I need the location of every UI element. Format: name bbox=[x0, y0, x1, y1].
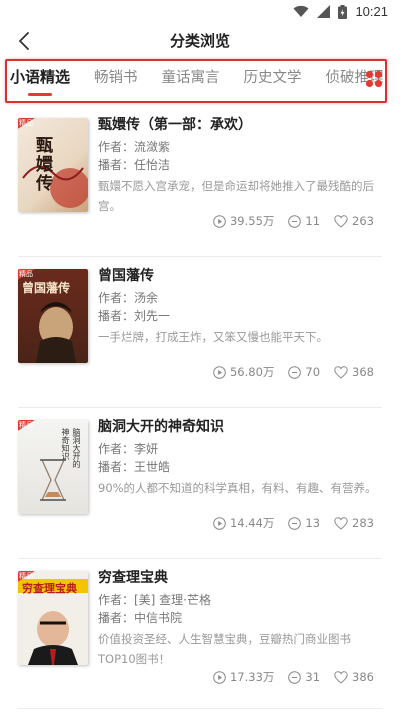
status-time: 10:21 bbox=[355, 4, 388, 19]
book-description: 90%的人都不知道的科学真相，有料、有趣、有营养。 bbox=[98, 481, 377, 495]
comment-count-value: 31 bbox=[305, 670, 321, 684]
heart-icon bbox=[334, 365, 348, 379]
tab-changxiaoshu[interactable]: 畅销书 bbox=[94, 66, 138, 87]
premium-badge: 精品 bbox=[19, 421, 33, 429]
like-count[interactable]: 283 bbox=[334, 516, 374, 530]
tab-tonghua-yuyan[interactable]: 童话寓言 bbox=[162, 66, 220, 87]
book-stats: 56.80万 70 368 bbox=[199, 364, 374, 380]
book-cover: 脑洞大开的神奇知识 精品 bbox=[18, 420, 88, 514]
tab-lishi-wenxue[interactable]: 历史文学 bbox=[244, 66, 302, 87]
comment-icon bbox=[288, 214, 302, 228]
battery-icon bbox=[338, 4, 348, 19]
like-count[interactable]: 263 bbox=[334, 214, 374, 228]
status-icons: 10:21 bbox=[293, 4, 388, 19]
play-count: 56.80万 bbox=[213, 364, 274, 380]
book-item[interactable]: 穷查理宝典 精品 穷查理宝典 作者：[美] 查理·芒格 播者：中信书院 价值投资… bbox=[0, 559, 400, 709]
comment-icon bbox=[288, 516, 302, 530]
like-count-value: 386 bbox=[352, 670, 374, 684]
play-icon bbox=[213, 516, 226, 530]
book-title: 脑洞大开的神奇知识 bbox=[98, 419, 224, 435]
play-count-value: 56.80万 bbox=[229, 365, 275, 379]
comment-icon bbox=[288, 670, 302, 684]
comment-count-value: 70 bbox=[305, 365, 321, 379]
more-categories-icon[interactable] bbox=[365, 70, 383, 88]
book-narrator: 播者：任怡洁 bbox=[98, 158, 171, 172]
comment-count-value: 11 bbox=[305, 214, 321, 228]
book-stats: 39.55万 11 263 bbox=[199, 213, 374, 229]
book-author: 作者：流潋紫 bbox=[98, 140, 171, 154]
book-author: 作者：[美] 查理·芒格 bbox=[98, 593, 211, 607]
book-cover: 穷查理宝典 精品 bbox=[18, 571, 88, 665]
like-count[interactable]: 368 bbox=[334, 365, 374, 379]
book-item[interactable]: 脑洞大开的神奇知识 精品 脑洞大开的神奇知识 作者：李妍 播者：王世皓 90%的… bbox=[0, 408, 400, 559]
book-description: 甄嬛不愿入宫承宠，但是命运却将她推入了最残酷的后宫。 bbox=[98, 179, 374, 213]
comment-icon bbox=[288, 365, 302, 379]
book-narrator: 播者：王世皓 bbox=[98, 460, 171, 474]
like-count-value: 283 bbox=[352, 516, 374, 530]
book-cover: 甄嬛传 精品 bbox=[18, 118, 88, 212]
heart-icon bbox=[334, 670, 348, 684]
premium-badge: 精品 bbox=[19, 119, 33, 127]
comment-count: 13 bbox=[288, 516, 320, 530]
wifi-icon bbox=[293, 5, 309, 17]
app-header: 分类浏览 bbox=[0, 24, 400, 58]
page-title: 分类浏览 bbox=[169, 32, 230, 50]
cover-title: 脑洞大开的神奇知识 bbox=[61, 428, 81, 468]
book-description: 一手烂牌，打成王炸，又笨又慢也能平天下。 bbox=[98, 330, 328, 344]
book-author: 作者：汤余 bbox=[98, 291, 159, 305]
signal-icon bbox=[317, 5, 331, 18]
premium-badge: 精品 bbox=[19, 572, 33, 580]
play-count: 17.33万 bbox=[213, 669, 274, 685]
play-icon bbox=[213, 365, 226, 379]
tab-xiaoyu-jingxuan[interactable]: 小语精选 bbox=[10, 66, 70, 87]
play-count-value: 39.55万 bbox=[229, 214, 275, 228]
play-icon bbox=[213, 670, 226, 684]
heart-icon bbox=[334, 516, 348, 530]
comment-count: 31 bbox=[288, 670, 320, 684]
cover-title: 曾国藩传 bbox=[22, 281, 71, 295]
book-narrator: 播者：刘先一 bbox=[98, 309, 171, 323]
book-title: 穷查理宝典 bbox=[98, 570, 168, 586]
comment-count: 70 bbox=[288, 365, 320, 379]
play-count: 39.55万 bbox=[213, 213, 274, 229]
play-count: 14.44万 bbox=[213, 515, 274, 531]
book-author: 作者：李妍 bbox=[98, 442, 159, 456]
like-count-value: 368 bbox=[352, 365, 374, 379]
play-count-value: 17.33万 bbox=[229, 670, 275, 684]
book-stats: 17.33万 31 386 bbox=[199, 669, 374, 685]
heart-icon bbox=[334, 214, 348, 228]
category-tabs: 小语精选 畅销书 童话寓言 历史文学 侦破推理 bbox=[10, 66, 400, 102]
play-count-value: 14.44万 bbox=[229, 516, 275, 530]
book-narrator: 播者：中信书院 bbox=[98, 611, 183, 625]
like-count[interactable]: 386 bbox=[334, 670, 374, 684]
play-icon bbox=[213, 214, 226, 228]
status-bar: 10:21 bbox=[0, 0, 400, 24]
like-count-value: 263 bbox=[352, 214, 374, 228]
book-cover: 曾国藩传 精品 bbox=[18, 269, 88, 363]
book-title: 甄嬛传（第一部：承欢） bbox=[98, 117, 252, 133]
comment-count-value: 13 bbox=[305, 516, 321, 530]
book-title: 曾国藩传 bbox=[98, 268, 154, 284]
cover-title: 甄嬛传 bbox=[32, 136, 52, 193]
comment-count: 11 bbox=[288, 214, 320, 228]
book-description: 价值投资圣经、人生智慧宝典，豆瓣热门商业图书TOP10图书！ bbox=[98, 632, 351, 666]
book-item[interactable]: 曾国藩传 精品 曾国藩传 作者：汤余 播者：刘先一 一手烂牌，打成王炸，又笨又慢… bbox=[0, 257, 400, 408]
book-list: 甄嬛传 精品 甄嬛传（第一部：承欢） 作者：流潋紫 播者：任怡洁 甄嬛不愿入宫承… bbox=[0, 106, 400, 712]
book-stats: 14.44万 13 283 bbox=[199, 515, 374, 531]
book-item[interactable]: 甄嬛传 精品 甄嬛传（第一部：承欢） 作者：流潋紫 播者：任怡洁 甄嬛不愿入宫承… bbox=[0, 106, 400, 257]
premium-badge: 精品 bbox=[19, 270, 33, 278]
